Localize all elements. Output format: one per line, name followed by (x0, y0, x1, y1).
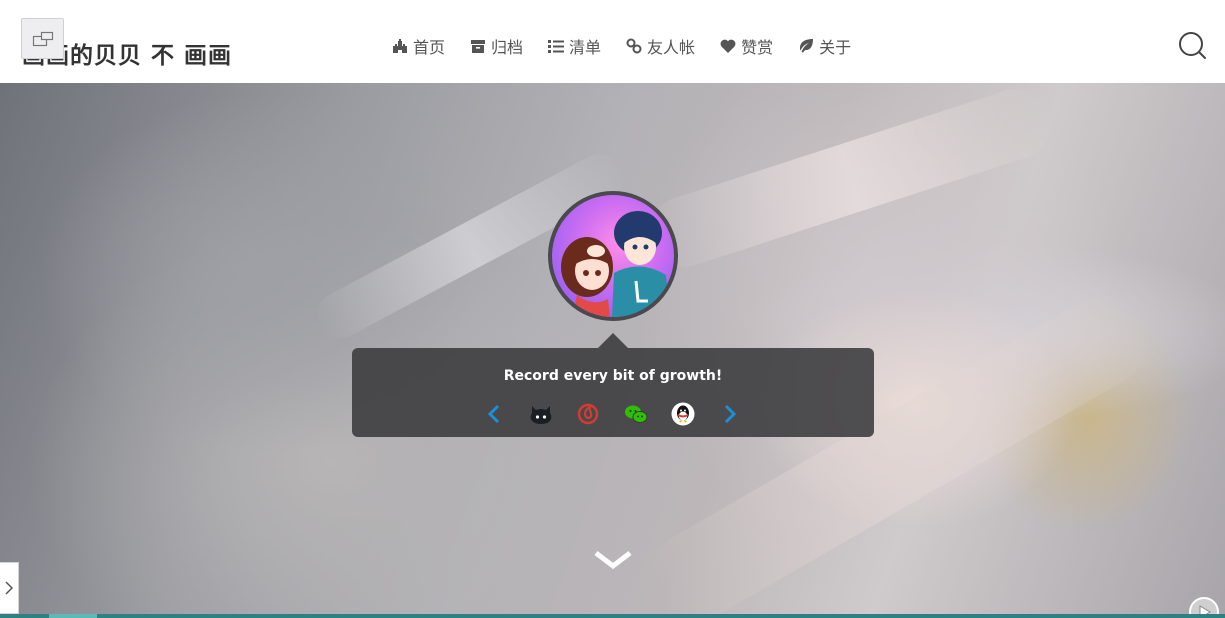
chevron-right-icon (5, 581, 13, 595)
nav-item-about[interactable]: 关于 (798, 34, 851, 58)
nav-item-friends[interactable]: 友人帐 (626, 34, 695, 58)
archive-icon (470, 38, 486, 54)
leaf-icon (798, 38, 814, 54)
nav-item-reward[interactable]: 赞赏 (720, 34, 773, 58)
hero-banner: Record every bit of growth! (0, 83, 1225, 618)
nav-item-label: 归档 (491, 38, 524, 57)
netease-music-icon[interactable] (576, 402, 600, 426)
heart-icon (720, 38, 736, 54)
sidebar-toggle-button[interactable] (0, 562, 19, 614)
chevron-left-icon[interactable] (482, 402, 506, 426)
link-icon (626, 38, 642, 54)
nav-item-list[interactable]: 清单 (548, 34, 601, 58)
info-card: Record every bit of growth! (352, 348, 874, 437)
nav-item-label: 关于 (819, 38, 852, 57)
search-icon[interactable] (1177, 31, 1207, 61)
castle-icon (392, 38, 408, 54)
nav-item-home[interactable]: 首页 (392, 34, 445, 58)
wechat-icon[interactable] (624, 402, 648, 426)
progress-track (0, 614, 1225, 618)
nav-item-label: 友人帐 (647, 38, 696, 57)
avatar[interactable] (548, 191, 678, 321)
list-icon (548, 38, 565, 54)
main-nav: 首页 归档 清单 友人帐 赞赏 关于 (392, 34, 851, 58)
nav-item-label: 清单 (569, 38, 602, 57)
progress-bar (49, 614, 97, 618)
nav-item-label: 赞赏 (741, 38, 774, 57)
site-header: 画画的贝贝 不 画画 首页 归档 清单 友人帐 赞赏 关于 (0, 0, 1225, 83)
chevron-right-icon[interactable] (718, 402, 742, 426)
qq-icon[interactable] (671, 402, 695, 426)
window-restore-icon[interactable] (21, 18, 64, 59)
github-icon[interactable] (529, 402, 553, 426)
nav-item-archive[interactable]: 归档 (470, 34, 523, 58)
nav-item-label: 首页 (413, 38, 446, 57)
chevron-down-icon[interactable] (593, 549, 633, 571)
social-links (482, 402, 742, 426)
tagline: Record every bit of growth! (503, 368, 723, 384)
